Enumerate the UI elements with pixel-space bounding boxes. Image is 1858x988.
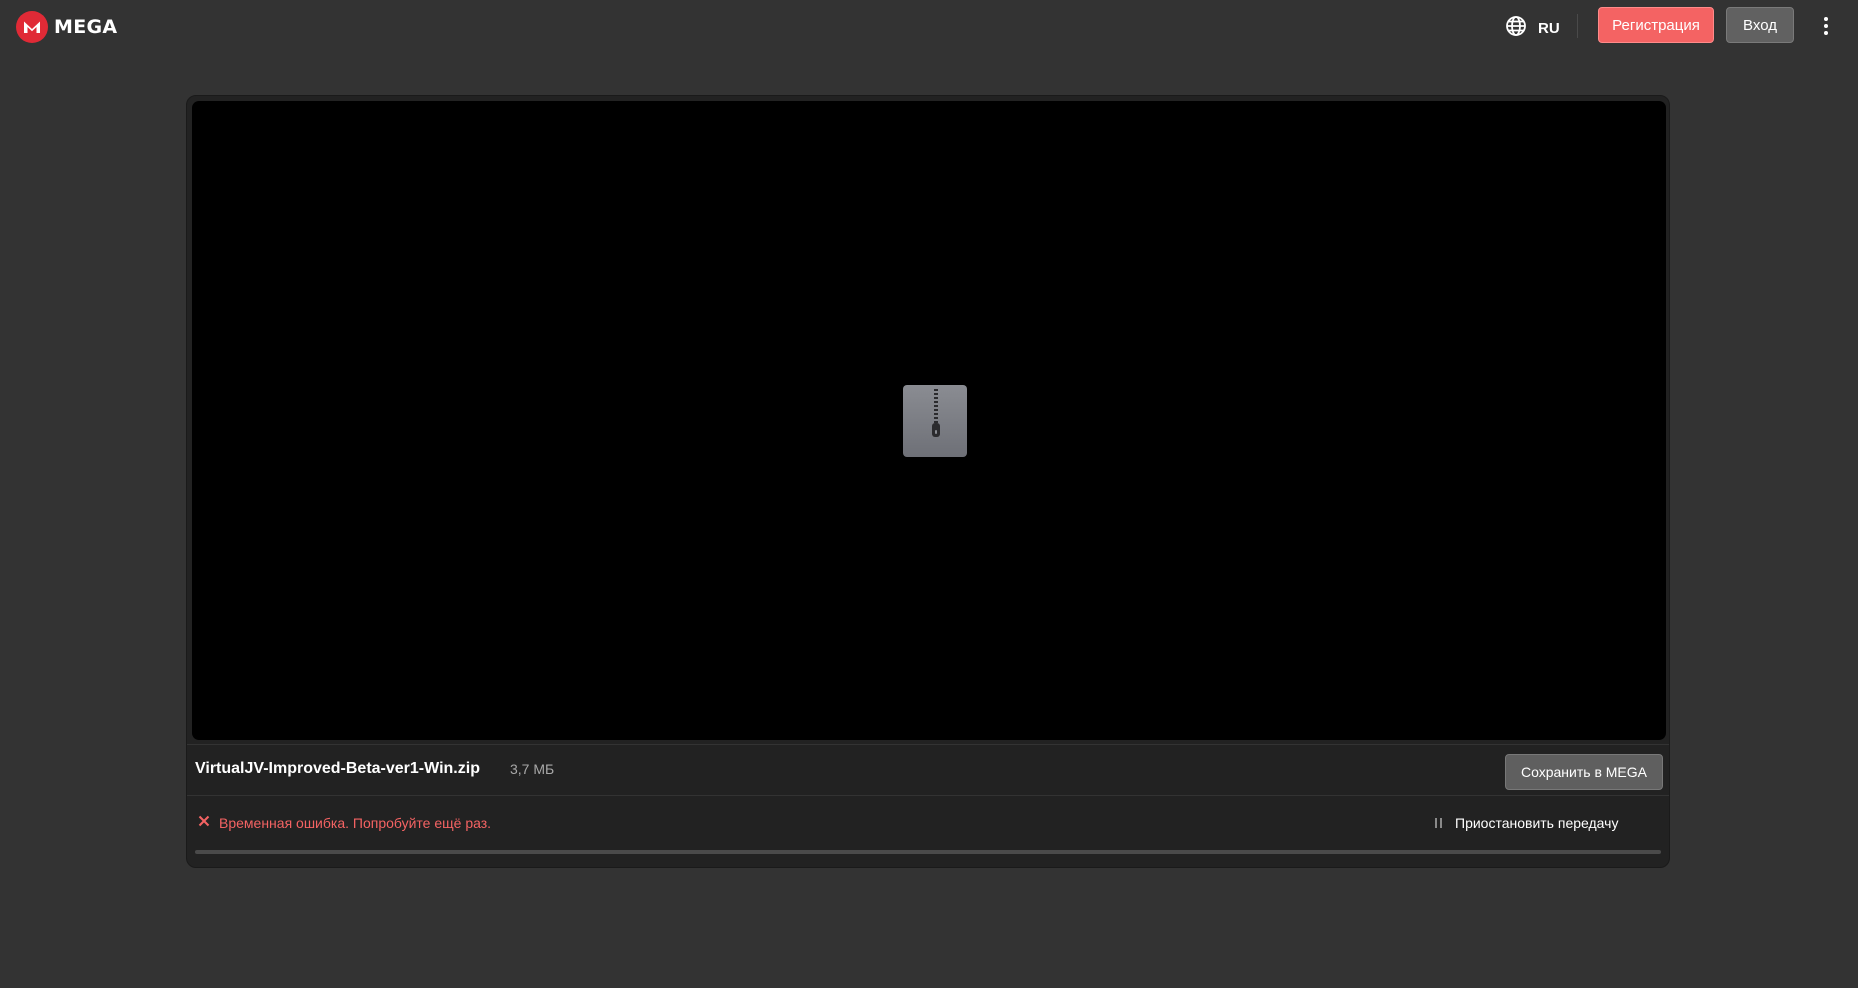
error-close-icon bbox=[198, 814, 210, 832]
top-header: MEGA RU Регистрация Вход bbox=[0, 0, 1858, 52]
header-divider bbox=[1577, 14, 1578, 38]
error-message: Временная ошибка. Попробуйте ещё раз. bbox=[198, 814, 491, 832]
pause-transfer-label: Приостановить передачу bbox=[1455, 815, 1619, 831]
save-to-mega-button[interactable]: Сохранить в MEGA bbox=[1505, 754, 1663, 790]
language-label: RU bbox=[1538, 20, 1560, 37]
zipper-pull bbox=[932, 423, 940, 437]
error-text: Временная ошибка. Попробуйте ещё раз. bbox=[219, 815, 492, 831]
file-name: VirtualJV-Improved-Beta-ver1-Win.zip bbox=[195, 760, 480, 777]
file-info-row: VirtualJV-Improved-Beta-ver1-Win.zip 3,7… bbox=[187, 744, 1669, 796]
transfer-status-row: Временная ошибка. Попробуйте ещё раз. Пр… bbox=[187, 798, 1669, 868]
mega-logo-icon bbox=[16, 11, 48, 43]
zipper-teeth bbox=[934, 389, 938, 423]
register-button[interactable]: Регистрация bbox=[1598, 7, 1714, 43]
kebab-menu-icon[interactable] bbox=[1814, 13, 1838, 39]
zip-archive-icon bbox=[903, 385, 967, 457]
file-size: 3,7 МБ bbox=[510, 761, 555, 777]
globe-icon bbox=[1505, 15, 1527, 42]
mega-logo[interactable]: MEGA bbox=[16, 11, 117, 43]
pause-icon bbox=[1435, 817, 1445, 829]
progress-bar bbox=[195, 850, 1661, 854]
language-selector[interactable]: RU bbox=[1505, 15, 1560, 42]
login-button[interactable]: Вход bbox=[1726, 7, 1794, 43]
file-download-card: VirtualJV-Improved-Beta-ver1-Win.zip 3,7… bbox=[186, 95, 1670, 868]
pause-transfer-button[interactable]: Приостановить передачу bbox=[1435, 815, 1618, 831]
logo-text: MEGA bbox=[54, 16, 118, 38]
file-preview-area bbox=[192, 101, 1666, 740]
